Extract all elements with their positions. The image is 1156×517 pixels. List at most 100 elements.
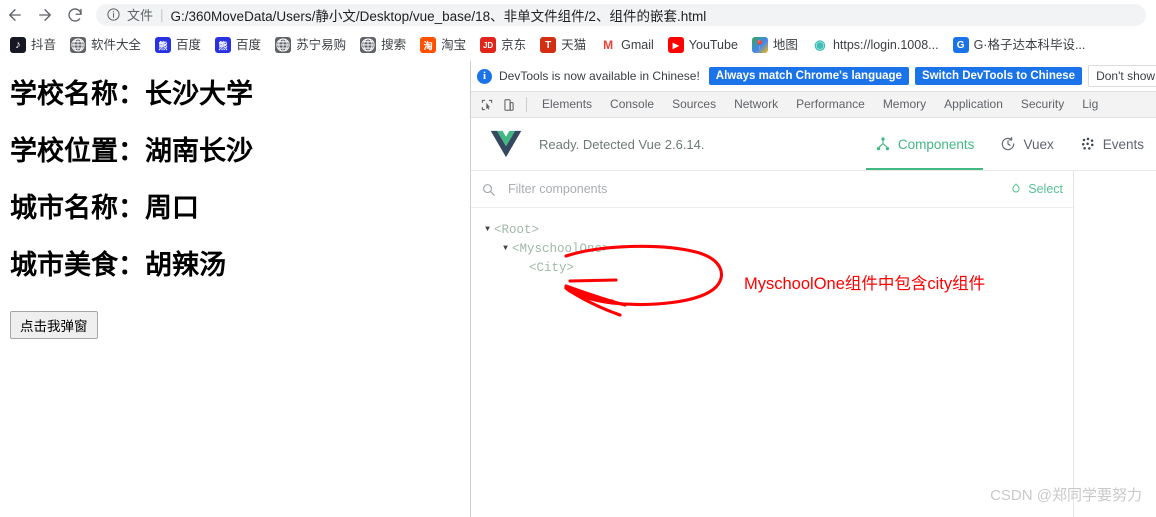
bookmark-label: G·格子达本科毕设... [973,38,1086,52]
bookmark-item[interactable]: 苏宁易购 [269,34,352,56]
link-icon [811,37,828,53]
tab-lighthouse[interactable]: Lig [1073,92,1107,117]
school-location-line: 学校位置：湖南长沙 [10,136,253,166]
tab-sources[interactable]: Sources [663,92,725,117]
bookmark-item[interactable]: 百度 [209,34,267,56]
select-component-button[interactable]: Select [1009,182,1063,196]
devtools-language-notice: i DevTools is now available in Chinese! … [471,61,1156,92]
vue-status-text: Ready. Detected Vue 2.6.14. [539,136,705,152]
components-tree-icon [875,136,891,152]
devtools-tab-bar: Elements Console Sources Network Perform… [471,92,1156,118]
browser-toolbar: 文件 | G:/360MoveData/Users/静小文/Desktop/vu… [0,0,1156,29]
vue-tab-vuex[interactable]: Vuex [987,118,1066,170]
bookmark-item[interactable]: 地图 [746,34,804,56]
annotation-text: MyschoolOne组件中包含city组件 [744,275,986,293]
bookmark-item[interactable]: 软件大全 [64,34,147,56]
forward-button[interactable] [30,0,60,29]
bookmark-label: 百度 [236,38,262,52]
tab-security[interactable]: Security [1012,92,1073,117]
url-separator: | [160,7,164,22]
url-text: G:/360MoveData/Users/静小文/Desktop/vue_bas… [170,8,707,24]
info-circle-icon: i [477,68,492,84]
bookmark-item[interactable]: G·格子达本科毕设... [947,34,1092,56]
bookmark-item[interactable]: 搜索 [354,34,412,56]
bookmark-label: 天猫 [561,38,587,52]
popup-trigger-button[interactable]: 点击我弹窗 [10,311,98,339]
switch-devtools-language-button[interactable]: Switch DevTools to Chinese [914,67,1083,85]
vue-devtools-body: Select ▼ <Root> ▼ <MyschoolOne> <City> [471,171,1156,517]
vue-tab-label: Events [1102,136,1144,152]
reload-icon [66,6,84,24]
baidu-icon [155,37,172,53]
tree-node-label: <Root> [494,222,540,237]
tab-memory[interactable]: Memory [874,92,935,117]
bookmark-item[interactable]: 抖音 [4,34,62,56]
page-viewport: 学校名称：长沙大学 学校位置：湖南长沙 城市名称：周口 城市美食：胡辣汤 点击我… [0,61,470,517]
reload-button[interactable] [60,0,90,29]
bookmark-item[interactable]: YouTube [662,34,744,56]
bookmark-label: https://login.1008... [832,38,939,52]
tree-node-root[interactable]: ▼ <Root> [471,220,1073,239]
vue-devtools-header: Ready. Detected Vue 2.6.14. Components V… [471,118,1156,171]
select-button-label: Select [1028,182,1063,196]
vue-tab-events[interactable]: Events [1067,118,1156,170]
search-icon [481,182,496,197]
component-detail-column [1074,171,1156,517]
city-food-line: 城市美食：胡辣汤 [10,250,226,280]
bookmark-item[interactable]: 天猫 [534,34,592,56]
bookmark-item[interactable]: https://login.1008... [806,34,945,56]
tab-performance[interactable]: Performance [787,92,874,117]
screenshot-root: 文件 | G:/360MoveData/Users/静小文/Desktop/vu… [0,0,1156,517]
tree-node-myschoolone[interactable]: ▼ <MyschoolOne> [471,239,1073,258]
arrow-right-icon [36,6,54,24]
chevron-down-icon[interactable]: ▼ [499,244,512,253]
vue-tab-components[interactable]: Components [862,118,988,170]
tab-elements[interactable]: Elements [533,92,601,117]
bookmark-label: Gmail [621,38,654,52]
bookmark-item[interactable]: 京东 [474,34,532,56]
bookmark-label: 淘宝 [441,38,467,52]
globe-icon [360,37,377,53]
bookmark-label: YouTube [688,38,738,52]
notice-message: DevTools is now available in Chinese! [499,69,700,83]
tree-node-label: <City> [529,260,575,275]
component-tree: ▼ <Root> ▼ <MyschoolOne> <City> [471,208,1073,277]
bookmark-label: 软件大全 [91,38,142,52]
gmail-icon [600,37,617,53]
city-name-line: 城市名称：周口 [10,193,199,223]
tab-console[interactable]: Console [601,92,663,117]
tree-node-label: <MyschoolOne> [512,241,610,256]
bookmark-item[interactable]: 淘宝 [414,34,472,56]
gezida-icon [952,37,969,53]
arrow-left-icon [6,6,24,24]
url-scheme-label: 文件 [127,8,154,23]
info-circle-icon[interactable] [106,7,121,22]
dont-show-again-button[interactable]: Don't show again [1088,65,1156,87]
select-target-icon [1009,182,1023,196]
vuex-clock-icon [1000,136,1016,152]
globe-icon [275,37,292,53]
bookmark-label: 地图 [772,38,798,52]
douyin-icon [10,37,26,53]
address-bar[interactable]: 文件 | G:/360MoveData/Users/静小文/Desktop/vu… [96,3,1146,26]
tab-application[interactable]: Application [935,92,1012,117]
bookmark-item[interactable]: 百度 [149,34,207,56]
jd-icon [480,37,497,53]
youtube-icon [667,37,684,53]
bookmark-label: 苏宁易购 [296,38,347,52]
vue-tab-label: Components [897,136,975,152]
baidu-icon [215,37,232,53]
inspect-element-icon[interactable] [476,94,498,115]
google-maps-icon [751,37,768,53]
bookmark-label: 抖音 [31,38,57,52]
bookmark-item[interactable]: Gmail [594,34,660,56]
component-tree-column: Select ▼ <Root> ▼ <MyschoolOne> <City> [471,171,1074,517]
always-match-language-button[interactable]: Always match Chrome's language [708,67,909,85]
chevron-down-icon[interactable]: ▼ [481,225,494,234]
vue-tab-bar: Components Vuex Events [862,118,1156,170]
back-button[interactable] [0,0,30,29]
tab-network[interactable]: Network [725,92,787,117]
filter-components-input[interactable] [506,181,1010,197]
toggle-device-toolbar-icon[interactable] [498,94,520,115]
taobao-icon [420,37,437,53]
